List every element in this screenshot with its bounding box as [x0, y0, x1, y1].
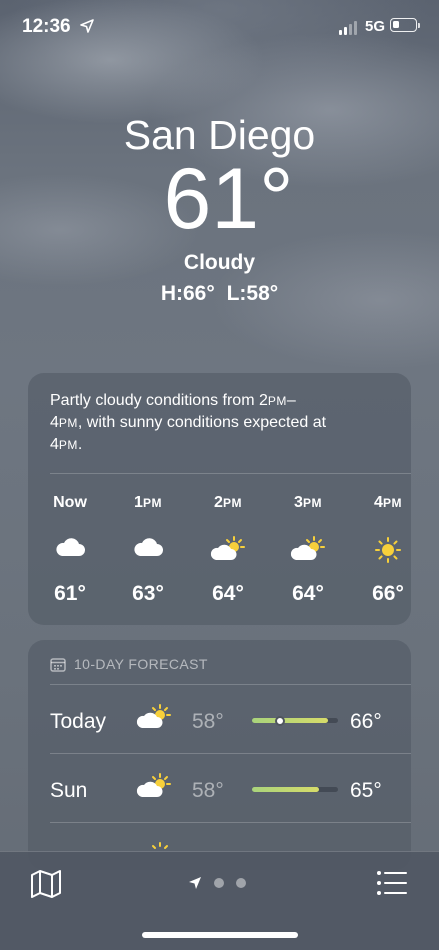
- status-time: 12:36: [22, 16, 71, 37]
- list-icon[interactable]: [376, 870, 408, 896]
- battery-icon: [390, 18, 420, 32]
- sun-icon: [358, 536, 418, 564]
- hour-temp: 66°: [372, 582, 404, 605]
- current-temperature: 61°: [163, 151, 294, 247]
- day-high-temp: 65°: [350, 779, 382, 802]
- day-high-temp: 66°: [350, 710, 382, 733]
- cloud-icon: [40, 536, 100, 564]
- forecast-divider: [50, 753, 411, 754]
- page-dot[interactable]: [214, 878, 224, 888]
- hour-label: 3PM: [294, 494, 322, 511]
- forecast-divider: [50, 684, 411, 685]
- hour-temp: 63°: [132, 582, 164, 605]
- temperature-range-bar: [252, 715, 338, 726]
- forecast-header: 10-DAY FORECAST: [50, 656, 208, 672]
- high-low-temperature: H:66° L:58°: [160, 282, 279, 305]
- current-condition: Cloudy: [183, 251, 256, 274]
- cloud-icon: [118, 536, 178, 564]
- status-bar: 12:36 5G: [0, 0, 439, 54]
- location-arrow-icon[interactable]: [188, 876, 202, 890]
- partly-sunny-icon: [136, 704, 171, 728]
- hourly-forecast-card[interactable]: Partly cloudy conditions from 2PM– 4PM, w…: [28, 373, 411, 625]
- ten-day-forecast-card[interactable]: 10-DAY FORECAST Today 58° 66° Sun 58° 65…: [28, 640, 411, 870]
- hour-label: 1PM: [134, 494, 162, 511]
- calendar-icon: [50, 657, 66, 672]
- home-indicator: [142, 932, 298, 938]
- cellular-signal-icon: [339, 21, 357, 35]
- temperature-range-fill: [252, 718, 328, 723]
- partly-sunny-icon: [136, 773, 171, 797]
- temperature-range-fill: [252, 787, 320, 792]
- hour-temp: 64°: [212, 582, 244, 605]
- page-dot[interactable]: [236, 878, 246, 888]
- current-temperature-marker: [275, 715, 286, 726]
- hourly-summary: Partly cloudy conditions from 2PM– 4PM, w…: [50, 392, 327, 453]
- day-name: Sun: [50, 779, 88, 802]
- location-arrow-icon: [80, 19, 94, 33]
- forecast-row-sun[interactable]: Sun 58° 65°: [28, 755, 411, 823]
- forecast-header-label: 10-DAY FORECAST: [74, 656, 208, 672]
- hour-label: 4PM: [374, 494, 402, 511]
- partly-sunny-icon: [198, 536, 258, 564]
- map-icon[interactable]: [30, 869, 62, 899]
- battery-level: [393, 21, 399, 28]
- day-name: Today: [50, 710, 107, 733]
- hour-label: Now: [53, 494, 87, 511]
- day-low-temp: 58°: [192, 710, 224, 733]
- forecast-row-today[interactable]: Today 58° 66°: [28, 686, 411, 754]
- network-type: 5G: [365, 18, 386, 35]
- partly-sunny-icon: [278, 536, 338, 564]
- hourly-divider: [50, 473, 411, 474]
- hour-temp: 61°: [54, 582, 86, 605]
- hour-label: 2PM: [214, 494, 242, 511]
- temperature-range-bar: [252, 787, 338, 792]
- page-indicator[interactable]: [188, 876, 246, 890]
- hour-temp: 64°: [292, 582, 324, 605]
- day-low-temp: 58°: [192, 779, 224, 802]
- forecast-divider: [50, 822, 411, 823]
